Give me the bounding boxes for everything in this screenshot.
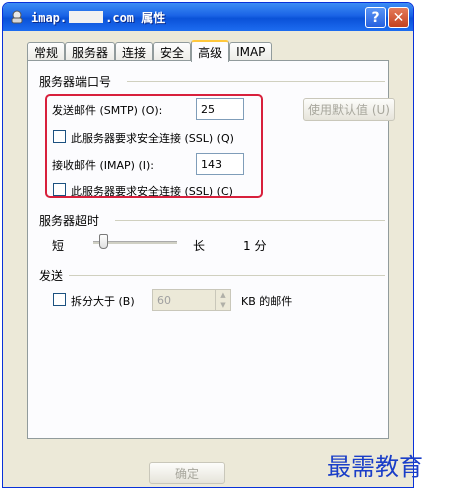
- window-title-suffix: .com 属性: [105, 11, 166, 25]
- spin-down-icon: ▼: [220, 300, 226, 309]
- tab-advanced[interactable]: 高级: [191, 40, 230, 62]
- watermark-text: 最需教育: [327, 453, 423, 481]
- split-size-input[interactable]: [152, 289, 216, 311]
- tab-imap[interactable]: IMAP: [229, 42, 273, 61]
- tab-strip: 常规 服务器 连接 安全 高级 IMAP: [27, 40, 273, 62]
- account-icon: [11, 10, 23, 24]
- tab-general[interactable]: 常规: [27, 42, 66, 61]
- close-button[interactable]: ✕: [388, 7, 409, 28]
- smtp-port-input[interactable]: [196, 98, 244, 120]
- window-title-prefix: imap.: [31, 11, 68, 25]
- spin-up-icon: ▲: [220, 290, 226, 299]
- help-button[interactable]: ?: [365, 7, 386, 28]
- ports-group-line: [127, 81, 385, 82]
- timeout-long-label: 长: [193, 239, 206, 253]
- redacted-mask: [69, 11, 104, 23]
- timeout-slider-thumb[interactable]: [99, 234, 108, 249]
- use-default-button[interactable]: 使用默认值 (U): [303, 98, 395, 121]
- split-unit-label: KB 的邮件: [241, 295, 293, 308]
- window-title: imap. .com 属性: [31, 9, 165, 26]
- properties-dialog: imap. .com 属性 ? ✕ 常规 服务器 连接 安全 高级 IMAP 服务…: [2, 2, 414, 488]
- split-checkbox[interactable]: [53, 293, 66, 306]
- imap-port-input[interactable]: [196, 153, 244, 175]
- timeout-short-label: 短: [52, 239, 65, 253]
- ok-button[interactable]: 确定: [149, 462, 225, 484]
- title-bar[interactable]: imap. .com 属性 ? ✕: [3, 3, 413, 31]
- split-size-stepper[interactable]: ▲ ▼: [215, 289, 231, 311]
- ports-group-title: 服务器端口号: [39, 75, 112, 89]
- timeout-group-line: [115, 220, 385, 221]
- tab-security[interactable]: 安全: [153, 42, 192, 61]
- imap-ssl-checkbox[interactable]: [53, 183, 66, 196]
- tab-servers[interactable]: 服务器: [65, 42, 116, 61]
- split-label: 拆分大于 (B): [71, 295, 135, 308]
- timeout-group-title: 服务器超时: [39, 214, 100, 228]
- sending-group-title: 发送: [39, 269, 64, 283]
- smtp-ssl-checkbox[interactable]: [53, 130, 66, 143]
- smtp-ssl-label: 此服务器要求安全连接 (SSL) (Q): [71, 132, 234, 145]
- tab-connection[interactable]: 连接: [115, 42, 154, 61]
- imap-ssl-label: 此服务器要求安全连接 (SSL) (C): [71, 185, 233, 198]
- smtp-port-label: 发送邮件 (SMTP) (O):: [52, 104, 163, 117]
- sending-group-line: [69, 275, 385, 276]
- timeout-value: 1 分: [243, 239, 267, 253]
- imap-port-label: 接收邮件 (IMAP) (I):: [52, 159, 155, 172]
